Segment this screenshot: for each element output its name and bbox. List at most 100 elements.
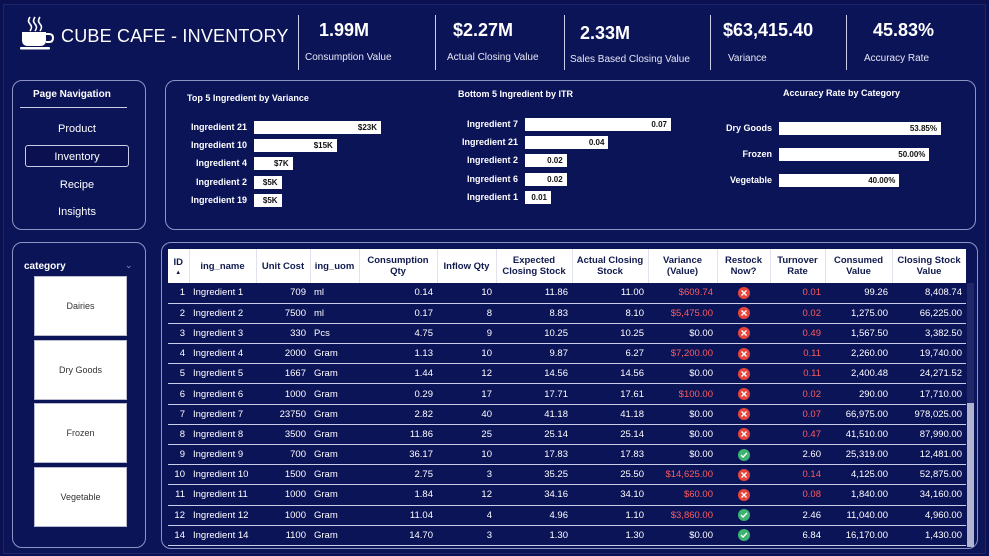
column-header[interactable]: Consumption Qty — [359, 249, 438, 283]
kpi-sales-based-closing-value: 2.33M Sales Based Closing Value — [564, 15, 710, 70]
table-cell: 11 — [168, 484, 189, 506]
table-cell: 14.56 — [572, 363, 648, 385]
table-cell: 8 — [168, 424, 189, 446]
table-row[interactable]: 3 Ingredient 3 330 Pcs 4.75 9 10.25 10.25 $0.00 0… — [168, 323, 966, 345]
table-scrollbar[interactable] — [967, 283, 974, 547]
bar[interactable]: 50.00% — [779, 148, 930, 161]
restock-cell — [717, 444, 770, 466]
table-cell: Ingredient 12 — [189, 505, 256, 526]
table-cell: Ingredient 6 — [189, 383, 256, 405]
bar-category-label: Ingredient 10 — [190, 140, 247, 151]
table-cell: $3,860.00 — [648, 505, 717, 526]
table-cell: 41.18 — [496, 404, 572, 425]
table-cell: 66,975.00 — [825, 404, 892, 425]
table-row[interactable]: 5 Ingredient 5 1667 Gram 1.44 12 14.56 14.56 $0.… — [168, 363, 966, 385]
bar[interactable]: 0.07 — [525, 118, 671, 131]
category-dairies[interactable]: Dairies — [34, 276, 127, 336]
bar[interactable]: $23K — [254, 121, 381, 134]
column-header[interactable]: ID ▲ — [168, 249, 190, 283]
table-row[interactable]: 10 Ingredient 10 1500 Gram 2.75 3 35.25 25.50 $1… — [168, 464, 966, 486]
table-cell: 6.84 — [770, 525, 825, 546]
table-cell: 41,510.00 — [825, 424, 892, 446]
bar[interactable]: $15K — [254, 139, 337, 153]
table-cell: 19,740.00 — [892, 343, 966, 365]
table-row[interactable]: 12 Ingredient 12 1000 Gram 11.04 4 4.96 1.10 $3,… — [168, 505, 966, 526]
table-cell: 2000 — [256, 343, 310, 365]
nav-product[interactable]: Product — [25, 118, 129, 140]
table-cell: 12 — [437, 484, 496, 506]
bar[interactable]: 0.02 — [525, 154, 567, 168]
charts-panel: Top 5 Ingredient by Variance Bottom 5 In… — [165, 80, 976, 230]
column-header[interactable]: Turnover Rate — [770, 249, 826, 283]
category-frozen[interactable]: Frozen — [34, 403, 127, 463]
nav-insights[interactable]: Insights — [25, 201, 129, 223]
table-cell: 1667 — [256, 363, 310, 385]
table-row[interactable]: 14 Ingredient 14 1100 Gram 14.70 3 1.30 1.30 $0.… — [168, 525, 966, 546]
category-vegetable[interactable]: Vegetable — [34, 467, 127, 527]
table-cell: 2,260.00 — [825, 343, 892, 365]
bar[interactable]: $5K — [254, 175, 282, 189]
sort-ascending-icon[interactable]: ▲ — [170, 270, 187, 276]
table-cell: $0.00 — [648, 323, 717, 345]
table-cell: 0.02 — [770, 383, 825, 405]
bar[interactable]: $5K — [254, 193, 282, 207]
column-header[interactable]: Consumed Value — [825, 249, 893, 283]
table-row[interactable]: 4 Ingredient 4 2000 Gram 1.13 10 9.87 6.27 $7,20… — [168, 343, 966, 365]
check-circle-icon — [737, 448, 750, 461]
table-row[interactable]: 6 Ingredient 6 1000 Gram 0.29 17 17.71 17.61 $10… — [168, 383, 966, 405]
table-cell: 17.61 — [572, 383, 648, 405]
nav-inventory[interactable]: Inventory — [25, 145, 129, 167]
column-header[interactable]: Actual Closing Stock — [572, 249, 649, 283]
bar[interactable]: 0.04 — [525, 136, 609, 150]
table-cell: 1000 — [256, 484, 310, 506]
bar-category-label: Ingredient 7 — [466, 119, 518, 129]
table-cell: $100.00 — [648, 383, 717, 405]
table-row[interactable]: 7 Ingredient 7 23750 Gram 2.82 40 41.18 41.18 $0… — [168, 404, 966, 425]
bar[interactable]: 53.85% — [779, 122, 941, 135]
scrollbar-thumb[interactable] — [967, 403, 974, 547]
table-row[interactable]: 1 Ingredient 1 709 ml 0.14 10 11.86 11.00 $609.7… — [168, 283, 966, 304]
column-header[interactable]: ing_uom — [310, 249, 360, 283]
table-cell: 0.14 — [359, 283, 437, 304]
nav-recipe[interactable]: Recipe — [25, 174, 129, 196]
bar-value-label: 0.02 — [547, 174, 563, 184]
column-header-label: Unit Cost — [261, 260, 305, 272]
x-circle-icon — [737, 347, 750, 360]
table-row[interactable]: 9 Ingredient 9 700 Gram 36.17 10 17.83 17.83 $0.… — [168, 444, 966, 466]
column-header[interactable]: Restock Now? — [717, 249, 771, 283]
column-header[interactable]: Expected Closing Stock — [496, 249, 573, 283]
table-body: 1 Ingredient 1 709 ml 0.14 10 11.86 11.00 $609.7… — [168, 283, 966, 546]
table-cell: 1.10 — [572, 505, 648, 526]
kpi-actual-closing-value: $2.27M Actual Closing Value — [435, 15, 564, 70]
column-header[interactable]: ing_name — [189, 249, 257, 283]
bar[interactable]: 0.01 — [525, 190, 551, 204]
column-header-label: ing_name — [200, 260, 245, 272]
bar-value-label: 0.07 — [651, 120, 667, 129]
kpi-label: Actual Closing Value — [447, 52, 539, 63]
bar[interactable]: 0.02 — [525, 172, 567, 186]
category-dry-goods[interactable]: Dry Goods — [34, 340, 127, 400]
table-cell: 0.17 — [359, 303, 437, 324]
table-cell: 87,990.00 — [892, 424, 966, 446]
table-cell: 25.14 — [572, 424, 648, 446]
table-cell: 0.47 — [770, 424, 825, 446]
x-circle-icon — [737, 367, 750, 380]
column-header-label: Expected Closing Stock — [502, 255, 566, 277]
table-cell: Ingredient 7 — [189, 404, 256, 425]
x-circle-icon — [737, 428, 750, 441]
table-row[interactable]: 2 Ingredient 2 7500 ml 0.17 8 8.83 8.10 $5,475.0… — [168, 303, 966, 324]
table-cell: 0.01 — [770, 283, 825, 304]
restock-cell — [717, 505, 770, 526]
bar[interactable]: 40.00% — [779, 174, 900, 187]
table-row[interactable]: 8 Ingredient 8 3500 Gram 11.86 25 25.14 25.14 $0… — [168, 424, 966, 446]
table-row[interactable]: 11 Ingredient 11 1000 Gram 1.84 12 34.16 34.10 $… — [168, 484, 966, 506]
chevron-down-icon[interactable]: ⌄ — [125, 260, 133, 271]
restock-cell — [717, 303, 770, 324]
column-header[interactable]: Unit Cost — [256, 249, 311, 283]
column-header[interactable]: Variance (Value) — [648, 249, 718, 283]
restock-cell — [717, 484, 770, 506]
table-cell: ml — [310, 303, 359, 324]
column-header[interactable]: Closing Stock Value — [892, 249, 966, 283]
bar[interactable]: $7K — [254, 157, 293, 171]
column-header[interactable]: Inflow Qty — [437, 249, 497, 283]
